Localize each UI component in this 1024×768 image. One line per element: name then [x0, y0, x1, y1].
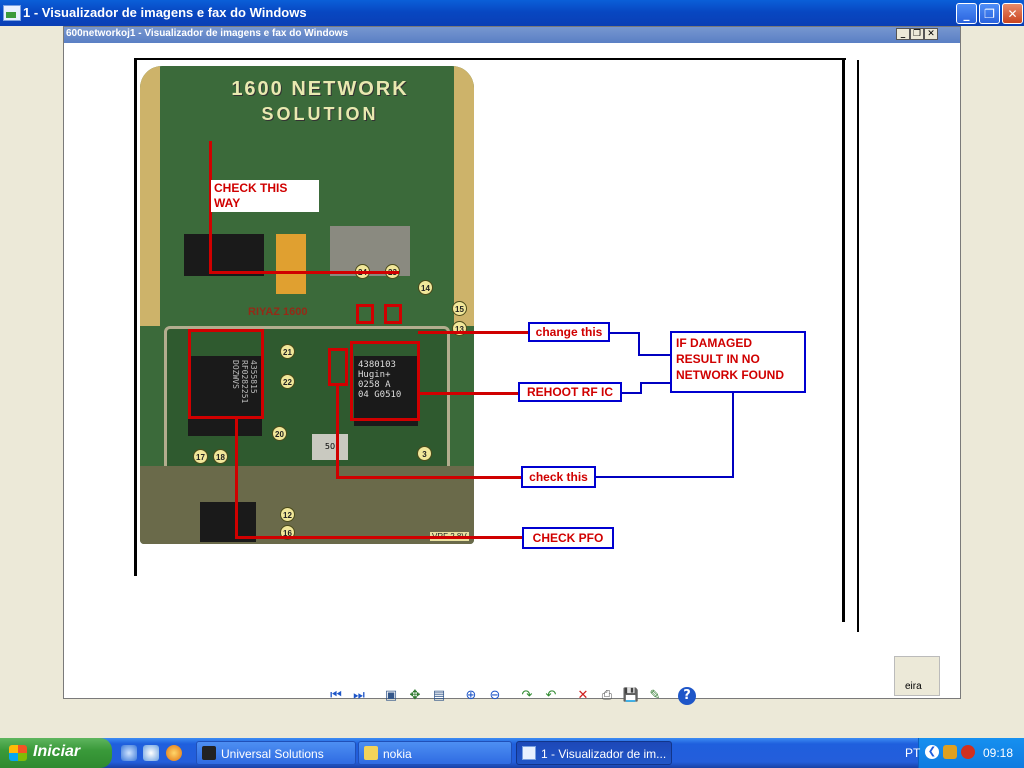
start-label: Iniciar [33, 743, 81, 760]
rotate-counterclockwise-button[interactable]: ↶ [542, 687, 560, 705]
windows-logo-icon [9, 745, 27, 761]
image-frame-top [134, 58, 846, 60]
window-title-bar[interactable]: 1 - Visualizador de imagens e fax do Win… [0, 0, 1024, 26]
annotation-change-this: change this [528, 322, 610, 342]
start-button[interactable]: Iniciar [0, 738, 112, 768]
hugin-ic-highlight [350, 341, 420, 421]
window-title: 1 - Visualizador de imagens e fax do Win… [23, 5, 307, 20]
pin-20: 20 [272, 426, 287, 441]
image-frame-right [842, 60, 845, 622]
security-shield-icon[interactable] [943, 745, 957, 759]
component-highlight-1 [356, 304, 374, 324]
image-heading-line2: SOLUTION [261, 104, 379, 124]
leader-line-check [336, 476, 522, 479]
system-tray: PT ❮ 09:18 [905, 738, 1024, 768]
leader-line-rehoot [418, 392, 518, 395]
embedded-window-title-bar: 600networkoj1 - Visualizador de imagens … [64, 27, 960, 43]
clock[interactable]: 09:18 [983, 746, 1013, 760]
blue-connector [732, 392, 734, 478]
blue-connector [596, 476, 734, 478]
trace-line [209, 271, 399, 274]
best-fit-button[interactable]: ▣ [382, 687, 400, 705]
leader-line-pfo [235, 536, 522, 539]
antivirus-icon[interactable] [961, 745, 975, 759]
media-player-icon[interactable] [166, 745, 182, 761]
previous-image-button[interactable]: ⏮ [327, 687, 345, 705]
yellow-component [276, 234, 306, 294]
close-button[interactable]: ✕ [1002, 3, 1023, 24]
pin-12: 12 [280, 507, 295, 522]
pin-18: 18 [213, 449, 228, 464]
image-heading-line1: 1600 NETWORK [231, 78, 409, 100]
pcb-photo: 1600 NETWORK SOLUTION RIYAZ 1600 4355815… [140, 66, 474, 544]
delete-button[interactable]: ✕ [574, 687, 592, 705]
pin-22: 22 [280, 374, 295, 389]
leader-line-pfo [235, 419, 238, 537]
connector-component [184, 234, 264, 276]
pcb-mark: RIYAZ 1600 [248, 306, 308, 318]
pin-3: 3 [417, 446, 432, 461]
viewer-toolbar: ⏮ ⏭ ▣ ✥ ▤ ⊕ ⊖ ↷ ↶ ✕ ⎙ 💾 ✎ ? [0, 682, 1024, 712]
minimize-button[interactable]: _ [956, 3, 977, 24]
component-highlight-3 [328, 348, 348, 386]
help-button[interactable]: ? [678, 687, 696, 705]
task-label: Universal Solutions [221, 747, 324, 761]
app-icon [202, 746, 216, 760]
embedded-minimize-icon: _ [896, 28, 910, 40]
folder-icon [364, 746, 378, 760]
task-label: 1 - Visualizador de im... [541, 747, 667, 761]
pcb-edge-right [454, 66, 474, 326]
next-image-button[interactable]: ⏭ [350, 687, 368, 705]
blue-connector [638, 354, 672, 356]
pin-15: 15 [452, 301, 467, 316]
blue-connector [638, 332, 640, 354]
pin-14: 14 [418, 280, 433, 295]
annotation-check-this: check this [521, 466, 596, 488]
task-nokia-folder[interactable]: nokia [358, 741, 512, 765]
image-frame-left [134, 58, 137, 576]
crystal-component: 50 [312, 434, 348, 460]
rotate-clockwise-button[interactable]: ↷ [518, 687, 536, 705]
zoom-in-button[interactable]: ⊕ [462, 687, 480, 705]
task-image-viewer[interactable]: 1 - Visualizador de im... [516, 741, 672, 765]
leader-line-change [418, 331, 528, 334]
embedded-window-title: 600networkoj1 - Visualizador de imagens … [66, 28, 349, 39]
blue-connector [640, 382, 672, 384]
print-button[interactable]: ⎙ [598, 687, 616, 705]
zoom-out-button[interactable]: ⊖ [486, 687, 504, 705]
image-viewer-icon [522, 746, 536, 760]
embedded-maximize-icon: ❐ [910, 28, 924, 40]
save-button[interactable]: 💾 [622, 687, 640, 705]
pcb-edge-left [140, 66, 160, 326]
taskbar: Iniciar Universal Solutions nokia 1 - Vi… [0, 738, 1024, 768]
annotation-check-this-way: CHECK THIS WAY [211, 180, 319, 212]
language-indicator[interactable]: PT [905, 746, 920, 760]
ie-icon[interactable] [121, 745, 137, 761]
blue-connector [622, 392, 642, 394]
outlook-icon[interactable] [143, 745, 159, 761]
leader-line-check [336, 384, 339, 476]
pin-21: 21 [280, 344, 295, 359]
task-label: nokia [383, 747, 412, 761]
image-viewer-icon [3, 5, 21, 21]
slideshow-button[interactable]: ▤ [430, 687, 448, 705]
tray-expand-icon[interactable]: ❮ [925, 745, 939, 759]
blue-connector [610, 332, 640, 334]
embedded-close-icon: ✕ [924, 28, 938, 40]
left-ic-highlight [188, 329, 264, 419]
edit-button[interactable]: ✎ [646, 687, 664, 705]
annotation-rehoot-rf-ic: REHOOT RF IC [518, 382, 622, 402]
pin-17: 17 [193, 449, 208, 464]
viewer-client-area: 600networkoj1 - Visualizador de imagens … [0, 26, 1024, 738]
actual-size-button[interactable]: ✥ [406, 687, 424, 705]
image-frame-right-outer [857, 60, 859, 632]
task-universal-solutions[interactable]: Universal Solutions [196, 741, 356, 765]
maximize-button[interactable]: ❐ [979, 3, 1000, 24]
annotation-if-damaged: IF DAMAGED RESULT IN NO NETWORK FOUND [670, 331, 806, 393]
component-highlight-2 [384, 304, 402, 324]
annotation-check-pfo: CHECK PFO [522, 527, 614, 549]
